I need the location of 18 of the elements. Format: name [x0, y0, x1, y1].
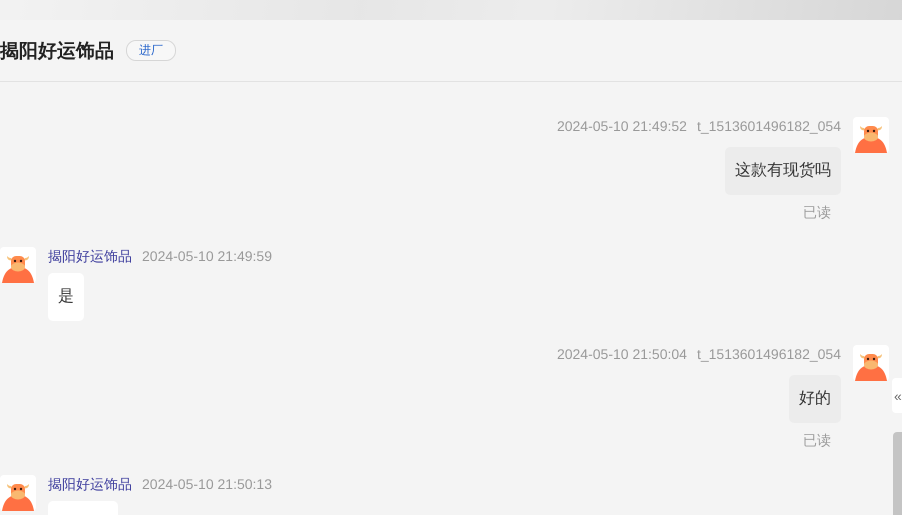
message-bubble: 这款有现货吗 [725, 147, 841, 195]
sender-name: 揭阳好运饰品 [48, 247, 132, 265]
shop-tag: 进厂 [126, 40, 176, 61]
bull-avatar-icon [853, 117, 889, 153]
bull-avatar-icon [853, 345, 889, 381]
message-time: 2024-05-10 21:49:52 [556, 117, 687, 135]
sender-name: 揭阳好运饰品 [48, 475, 132, 493]
sender-id: t_1513601496182_054 [696, 117, 841, 135]
message-bubble: 是 [48, 273, 84, 321]
message-time: 2024-05-10 21:50:04 [556, 345, 687, 363]
message-time: 2024-05-10 21:50:13 [142, 475, 272, 493]
read-receipt: 已读 [803, 203, 831, 221]
read-receipt: 已读 [803, 431, 831, 449]
message-bubble: 好的 [789, 375, 841, 423]
message-time: 2024-05-10 21:49:59 [142, 247, 272, 265]
sender-id: t_1513601496182_054 [696, 345, 841, 363]
scrollbar-thumb[interactable] [893, 432, 902, 515]
collapse-tab[interactable]: « [892, 378, 902, 413]
